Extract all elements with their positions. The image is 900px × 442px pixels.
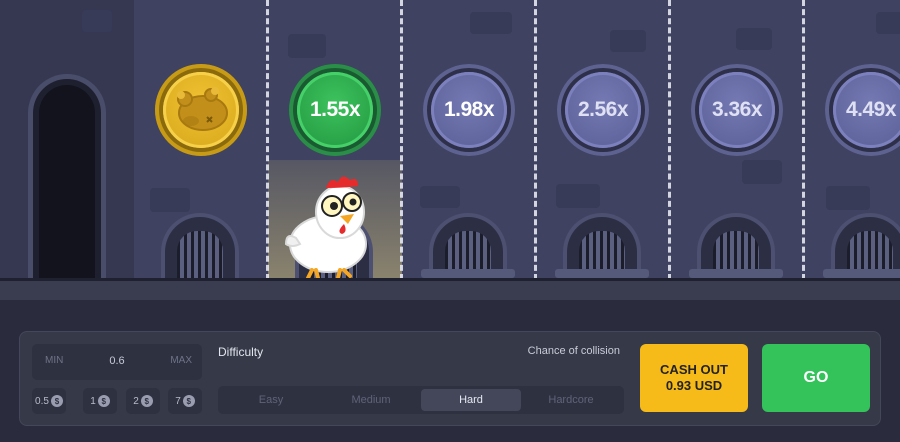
wall-brick (742, 160, 782, 184)
quick-bet-value: 0.5 (35, 395, 49, 407)
bet-amount-input[interactable]: MIN 0.6 MAX (32, 344, 202, 380)
cash-out-amount: 0.93 USD (665, 378, 723, 393)
wall-brick (150, 188, 190, 212)
difficulty-medium-tab[interactable]: Medium (321, 389, 421, 411)
difficulty-hardcore-tab[interactable]: Hardcore (521, 389, 621, 411)
difficulty-label: Difficulty (218, 345, 264, 359)
bet-max-button[interactable]: MAX (170, 355, 192, 366)
multiplier-label: 3.36x (711, 98, 763, 121)
multiplier-label: 1.98x (443, 98, 495, 121)
road-floor (0, 278, 900, 300)
wall-brick (288, 34, 326, 58)
wall-brick (470, 12, 512, 34)
quick-bet-value: 7 (175, 395, 181, 407)
grate-ledge (689, 269, 783, 278)
dollar-coin-icon: $ (97, 395, 110, 407)
multiplier-next[interactable]: 1.98x (423, 64, 515, 156)
difficulty-selector: Easy Medium Hard Hardcore (218, 386, 624, 414)
multiplier-label: 1.55x (309, 98, 361, 121)
multiplier-step: 4.49x (825, 64, 900, 156)
wall-brick (736, 28, 772, 50)
grate-ledge (823, 269, 900, 278)
lane-divider (266, 0, 269, 280)
quick-bet-chip[interactable]: 2 $ (126, 388, 160, 414)
quick-bet-chip[interactable]: 7 $ (168, 388, 202, 414)
control-panel: MIN 0.6 MAX 0.5 $ 1 $ 2 $ 7 $ Difficulty… (19, 331, 881, 426)
lane-divider (668, 0, 671, 280)
multiplier-label: 4.49x (845, 98, 897, 121)
difficulty-easy-tab[interactable]: Easy (221, 389, 321, 411)
lane-divider (534, 0, 537, 280)
quick-bet-value: 2 (133, 395, 139, 407)
cash-out-label: CASH OUT (660, 362, 728, 377)
wall-brick (420, 186, 460, 208)
sewer-grate (161, 213, 239, 279)
multiplier-step: 3.36x (691, 64, 783, 156)
dollar-coin-icon: $ (182, 395, 195, 407)
difficulty-hard-tab[interactable]: Hard (421, 389, 521, 411)
wall-brick (610, 30, 646, 52)
cash-out-button[interactable]: CASH OUT 0.93 USD (640, 344, 748, 412)
multiplier-current: 1.55x (289, 64, 381, 156)
multiplier-step: 2.56x (557, 64, 649, 156)
quick-bet-chip[interactable]: 1 $ (83, 388, 117, 414)
lane-divider (400, 0, 403, 280)
wall-brick (876, 12, 900, 34)
dollar-coin-icon: $ (50, 395, 63, 407)
grate-ledge (555, 269, 649, 278)
start-doorway (28, 74, 106, 280)
game-scene: 1.55x 1.98x 2.56x 3.36x 4.49x (0, 0, 900, 300)
wall-brick (82, 10, 112, 32)
wall-brick (556, 184, 600, 208)
collected-coin (155, 64, 247, 156)
quick-bet-chip[interactable]: 0.5 $ (32, 388, 66, 414)
go-button[interactable]: GO (762, 344, 870, 412)
dollar-coin-icon: $ (140, 395, 153, 407)
grate-ledge (421, 269, 515, 278)
quick-bet-value: 1 (90, 395, 96, 407)
chicken-character (284, 176, 367, 280)
roast-chicken-icon (177, 87, 228, 131)
lane-divider (802, 0, 805, 280)
multiplier-label: 2.56x (577, 98, 629, 121)
collision-chance-label: Chance of collision (527, 345, 620, 357)
wall-brick (826, 186, 870, 210)
